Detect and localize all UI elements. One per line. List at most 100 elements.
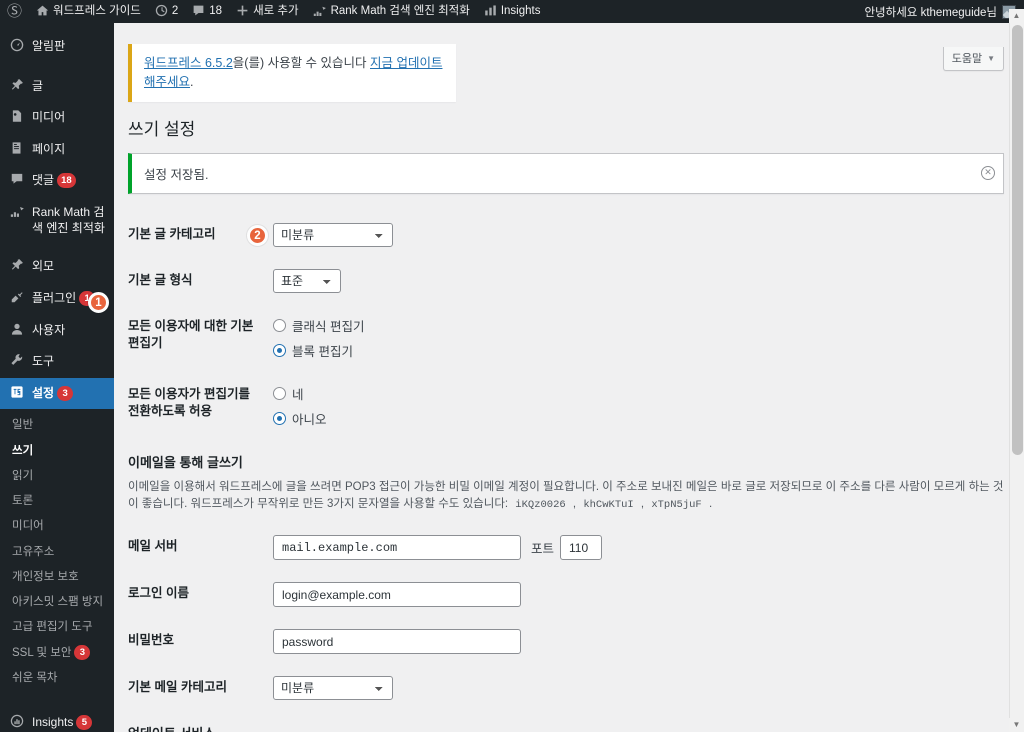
- sidebar-item-pages[interactable]: 페이지: [0, 134, 114, 166]
- update-nag-version-link[interactable]: 워드프레스 6.5.2: [144, 56, 233, 70]
- admin-bar-site-name[interactable]: 워드프레스 가이드: [29, 0, 148, 23]
- password-input[interactable]: [273, 629, 521, 655]
- sidebar-item-posts[interactable]: 글: [0, 71, 114, 103]
- admin-bar-insights[interactable]: Insights: [477, 0, 548, 23]
- radio-block-editor[interactable]: 블록 편집기: [273, 340, 994, 361]
- sidebar-item-users[interactable]: 사용자: [0, 315, 114, 347]
- scrollbar-thumb[interactable]: [1012, 25, 1023, 455]
- content-area: 도움말 ▼ 워드프레스 6.5.2을(를) 사용할 수 있습니다 지금 업데이트…: [114, 23, 1024, 732]
- admin-bar-new-label: 새로 추가: [253, 5, 299, 17]
- radio-allow-switch-no-input[interactable]: [273, 411, 286, 425]
- submenu-badge-ssl: 3: [74, 644, 91, 660]
- port-input[interactable]: [560, 535, 603, 561]
- sidebar-label-comments: 댓글 18: [32, 172, 114, 189]
- submenu-item-privacy[interactable]: 개인정보 보호: [0, 565, 114, 590]
- random-string-1: iKQz0026: [511, 498, 570, 513]
- radio-allow-switch-no[interactable]: 아니오: [273, 408, 994, 429]
- post-via-email-desc-tail: .: [705, 498, 713, 511]
- submenu-item-reading[interactable]: 읽기: [0, 464, 114, 489]
- radio-classic-editor-input[interactable]: [273, 318, 286, 332]
- insights-icon: [9, 714, 25, 732]
- sidebar-label-posts: 글: [32, 78, 44, 93]
- cell-default-format: 표준: [273, 258, 1004, 304]
- submenu-item-media[interactable]: 미디어: [0, 514, 114, 539]
- sidebar-text-comments: 댓글: [32, 173, 55, 188]
- admin-bar-wp-logo[interactable]: Ⓢ: [0, 0, 29, 23]
- admin-bar-insights-label: Insights: [500, 5, 541, 17]
- settings-saved-text: 설정 저장됨.: [144, 167, 209, 182]
- scrollbar-down-arrow-icon[interactable]: ▼: [1009, 718, 1024, 732]
- submenu-item-writing[interactable]: 쓰기: [0, 439, 114, 464]
- submenu-item-easy-toc[interactable]: 쉬운 목차: [0, 666, 114, 691]
- radio-classic-editor-label: 클래식 편집기: [292, 319, 365, 334]
- cell-default-mail-category: 미분류: [273, 665, 1004, 711]
- mail-server-input[interactable]: [273, 535, 521, 561]
- radio-classic-editor[interactable]: 클래식 편집기: [273, 315, 994, 336]
- sidebar-item-rank-math[interactable]: Rank Math 검색 엔진 최적화: [0, 197, 114, 243]
- post-via-email-title: 이메일을 통해 글쓰기: [128, 454, 243, 470]
- sidebar-text-insights: Insights: [32, 715, 74, 730]
- login-name-input[interactable]: [273, 582, 521, 608]
- default-category-select[interactable]: 미분류: [273, 222, 393, 247]
- row-login-name: 로그인 이름: [128, 571, 1004, 618]
- radio-allow-switch-yes[interactable]: 네: [273, 383, 994, 404]
- row-default-mail-category: 기본 메일 카테고리 미분류: [128, 665, 1004, 711]
- admin-bar-my-account[interactable]: 안녕하세요 kthemeguide님: [864, 4, 1024, 20]
- radio-allow-switch-yes-input[interactable]: [273, 386, 286, 400]
- step-badge-1: 1: [88, 292, 109, 313]
- close-circle-icon[interactable]: ✕: [981, 166, 995, 181]
- submenu-label-writing: 쓰기: [12, 444, 34, 457]
- users-icon: [9, 322, 25, 340]
- radio-block-editor-input[interactable]: [273, 343, 286, 357]
- submenu-label-discussion: 토론: [12, 495, 34, 508]
- sidebar-item-settings[interactable]: 설정 3: [0, 377, 114, 410]
- cell-login-name: [273, 571, 1004, 618]
- menu-top-spacer: [0, 23, 114, 31]
- sidebar-item-tools[interactable]: 도구: [0, 346, 114, 378]
- label-password: 비밀번호: [128, 633, 175, 648]
- submenu-item-ssl-security[interactable]: SSL 및 보안 3: [0, 641, 114, 666]
- scrollbar-up-arrow-icon[interactable]: ▲: [1009, 9, 1024, 23]
- sidebar-item-insights[interactable]: Insights 5: [0, 707, 114, 732]
- submenu-item-discussion[interactable]: 토론: [0, 489, 114, 514]
- post-via-email-description: 이메일을 이용해서 워드프레스에 글을 쓰려면 POP3 접근이 가능한 비밀 …: [128, 479, 1004, 515]
- radio-allow-switch-no-label: 아니오: [292, 412, 327, 427]
- sidebar-item-media[interactable]: 미디어: [0, 102, 114, 134]
- help-tab-label: 도움말: [951, 53, 983, 65]
- submenu-item-permalinks[interactable]: 고유주소: [0, 540, 114, 565]
- sidebar-item-dashboard[interactable]: 알림판: [0, 31, 114, 63]
- update-services-title: 업데이트 서비스: [128, 723, 1004, 732]
- submenu-item-akismet[interactable]: 아키스밋 스팸 방지: [0, 590, 114, 615]
- home-icon: [36, 4, 49, 20]
- submenu-label-privacy: 개인정보 보호: [12, 570, 79, 583]
- submenu-item-general[interactable]: 일반: [0, 413, 114, 438]
- insights-chart-icon: [484, 4, 497, 20]
- email-settings-form-table: 메일 서버 포트 로그인 이름 비밀번호: [128, 524, 1004, 711]
- default-mail-category-select[interactable]: 미분류: [273, 676, 393, 701]
- default-format-select[interactable]: 표준: [273, 268, 341, 293]
- label-allow-switch-editor: 모든 이용자가 편집기를 전환하도록 허용: [128, 386, 250, 419]
- admin-bar-rank-math[interactable]: Rank Math 검색 엔진 최적화: [306, 0, 477, 23]
- sidebar-label-media: 미디어: [32, 110, 66, 125]
- admin-bar-new-content[interactable]: 새로 추가: [229, 0, 306, 23]
- admin-bar: Ⓢ 워드프레스 가이드 2 18 새로 추가 Rank Math 검색 엔진 최…: [0, 0, 1024, 23]
- sidebar-item-appearance[interactable]: 외모: [0, 251, 114, 283]
- admin-bar-comments[interactable]: 18: [185, 0, 229, 23]
- page-scrollbar[interactable]: [1009, 23, 1024, 732]
- label-default-mail-category: 기본 메일 카테고리: [128, 680, 227, 695]
- submenu-item-advanced-editor[interactable]: 고급 편집기 도구: [0, 615, 114, 640]
- submenu-label-advanced-editor: 고급 편집기 도구: [12, 621, 93, 634]
- update-nag-middle-text: 을(를) 사용할 수 있습니다: [232, 56, 370, 70]
- help-tab-button[interactable]: 도움말 ▼: [942, 47, 1004, 71]
- random-string-3: xTpN5juF: [647, 498, 706, 513]
- sidebar-badge-insights: 5: [76, 715, 93, 731]
- admin-bar-updates-count: 2: [171, 5, 179, 17]
- sidebar-text-settings: 설정: [32, 385, 55, 400]
- radio-allow-switch-yes-label: 네: [292, 387, 304, 402]
- sidebar-text-plugins: 플러그인: [32, 290, 77, 305]
- sidebar-item-comments[interactable]: 댓글 18: [0, 165, 114, 197]
- admin-bar-updates[interactable]: 2: [148, 0, 185, 23]
- code-sep-2: ,: [637, 498, 648, 511]
- admin-bar-site-label: 워드프레스 가이드: [53, 5, 141, 17]
- code-sep-1: ,: [569, 498, 580, 511]
